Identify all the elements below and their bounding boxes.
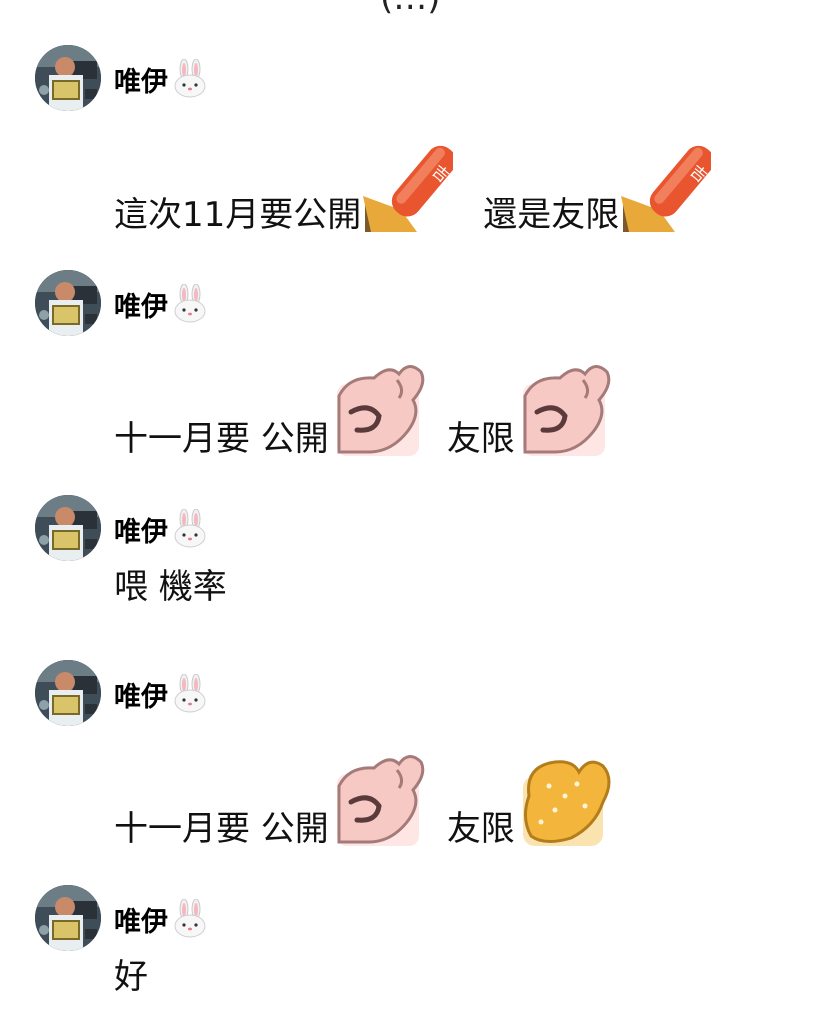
avatar-image — [35, 885, 101, 951]
avatar-image — [35, 660, 101, 726]
rabbit-face-icon — [170, 898, 210, 939]
message-text: 好 — [114, 957, 148, 1003]
username-text: 唯伊 — [114, 906, 168, 938]
username[interactable]: 唯伊 — [114, 508, 210, 549]
username[interactable]: 唯伊 — [114, 58, 210, 99]
username-text: 唯伊 — [114, 291, 168, 323]
rabbit-face-icon — [170, 283, 210, 324]
username[interactable]: 唯伊 — [114, 283, 210, 324]
avatar[interactable] — [35, 660, 101, 726]
rabbit-face-icon — [170, 58, 210, 99]
message-text-part: 十一月要 公開 — [114, 419, 329, 459]
message-text: 十一月要 公開 友限 — [114, 746, 615, 855]
username[interactable]: 唯伊 — [114, 898, 210, 939]
message-text: 喂 機率 — [114, 567, 227, 613]
ok-hand-sticker[interactable] — [329, 356, 429, 465]
avatar-image — [35, 45, 101, 111]
username-text: 唯伊 — [114, 681, 168, 713]
message-text-part: 喂 機率 — [114, 567, 227, 607]
message-text-part: 十一月要 公開 — [114, 809, 329, 849]
message-text-part: 還是友限 — [483, 195, 620, 235]
avatar-image — [35, 495, 101, 561]
message-text: 這次11月要公開 吉 還是友限 吉 — [114, 140, 715, 241]
ok-hand-sticker[interactable] — [329, 746, 429, 855]
message-text-part: 友限 — [446, 419, 515, 459]
previous-message-fragment: (…) — [380, 0, 441, 18]
avatar-image — [35, 270, 101, 336]
avatar[interactable] — [35, 495, 101, 561]
message-text-part: 友限 — [446, 809, 515, 849]
red-stamp-sticker[interactable]: 吉 — [619, 140, 715, 241]
avatar[interactable] — [35, 270, 101, 336]
username-text: 唯伊 — [114, 66, 168, 98]
rabbit-face-icon — [170, 508, 210, 549]
message-text-part: 好 — [114, 957, 148, 997]
red-stamp-sticker[interactable]: 吉 — [361, 140, 457, 241]
message-text: 十一月要 公開 友限 — [114, 356, 615, 465]
username-text: 唯伊 — [114, 516, 168, 548]
username[interactable]: 唯伊 — [114, 673, 210, 714]
avatar[interactable] — [35, 885, 101, 951]
rabbit-face-icon — [170, 673, 210, 714]
avatar[interactable] — [35, 45, 101, 111]
message-text-part: 這次11月要公開 — [114, 195, 362, 235]
yellow-paw-sticker[interactable] — [515, 746, 615, 855]
ok-hand-sticker[interactable] — [515, 356, 615, 465]
